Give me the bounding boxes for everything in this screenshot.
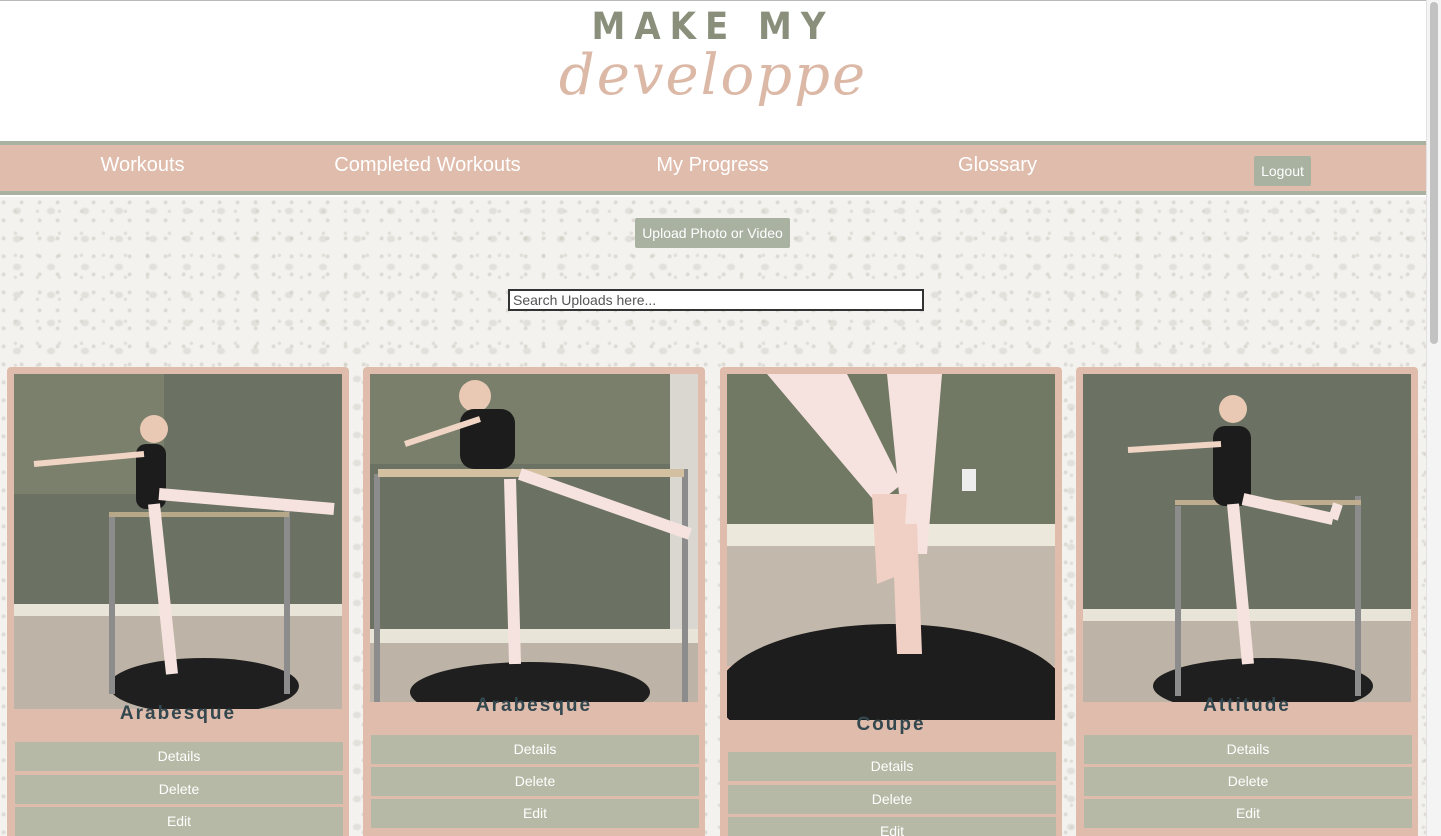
- page-viewport: MAKE MY developpe Workouts Completed Wor…: [0, 0, 1426, 836]
- details-button[interactable]: Details: [371, 735, 699, 764]
- vertical-scrollbar[interactable]: [1426, 0, 1441, 836]
- card-title: Attitude: [1203, 695, 1291, 716]
- dance-photo[interactable]: [1083, 374, 1411, 702]
- upload-photo-video-button[interactable]: Upload Photo or Video: [635, 218, 790, 248]
- search-uploads-input[interactable]: [508, 289, 924, 311]
- dance-photo[interactable]: [370, 374, 698, 702]
- delete-button[interactable]: Delete: [371, 767, 699, 796]
- upload-card: Arabesque Details Delete Edit: [7, 367, 349, 836]
- edit-button[interactable]: Edit: [1084, 799, 1412, 828]
- card-title: Arabesque: [119, 703, 237, 724]
- photo-attitude: [1083, 374, 1411, 702]
- details-button[interactable]: Details: [728, 752, 1056, 781]
- upload-card: Attitude Details Delete Edit: [1076, 367, 1418, 836]
- main-content: Upload Photo or Video Search Uploads her…: [0, 197, 1426, 836]
- logo-line2: developpe: [558, 43, 868, 108]
- photo-arabesque-1: [14, 374, 342, 709]
- dance-photo[interactable]: [727, 374, 1055, 720]
- card-title: Arabesque: [475, 695, 593, 716]
- nav-bar: Workouts Completed Workouts My Progress …: [0, 141, 1426, 195]
- logout-button[interactable]: Logout: [1254, 156, 1311, 186]
- delete-button[interactable]: Delete: [728, 785, 1056, 814]
- edit-button[interactable]: Edit: [728, 817, 1056, 836]
- upload-card: Arabesque Details Delete Edit: [363, 367, 705, 836]
- nav-item-workouts[interactable]: Workouts: [0, 154, 285, 177]
- edit-button[interactable]: Edit: [15, 807, 343, 836]
- photo-coupe: [727, 374, 1055, 720]
- edit-button[interactable]: Edit: [371, 799, 699, 828]
- details-button[interactable]: Details: [1084, 735, 1412, 764]
- nav-item-glossary[interactable]: Glossary: [855, 154, 1140, 177]
- delete-button[interactable]: Delete: [15, 775, 343, 804]
- nav-item-my-progress[interactable]: My Progress: [570, 154, 855, 177]
- dance-photo[interactable]: [14, 374, 342, 709]
- scrollbar-thumb[interactable]: [1430, 2, 1438, 344]
- photo-arabesque-2: [370, 374, 698, 702]
- card-title: Coupe: [856, 714, 926, 735]
- header: MAKE MY developpe: [0, 1, 1426, 141]
- delete-button[interactable]: Delete: [1084, 767, 1412, 796]
- details-button[interactable]: Details: [15, 742, 343, 771]
- upload-card: Coupe Details Delete Edit: [720, 367, 1062, 836]
- nav-item-completed-workouts[interactable]: Completed Workouts: [285, 154, 570, 177]
